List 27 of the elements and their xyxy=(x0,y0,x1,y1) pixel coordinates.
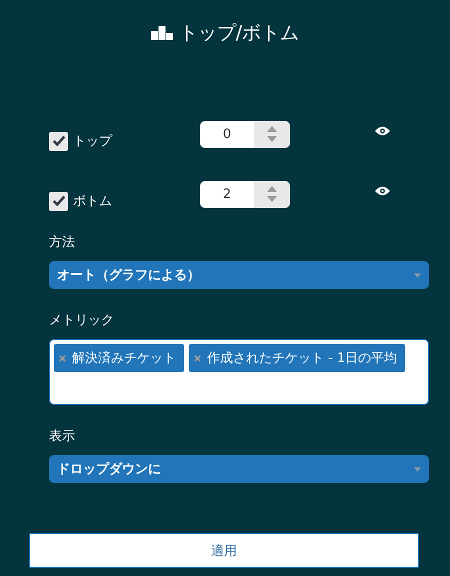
checkbox[interactable] xyxy=(49,192,68,210)
caret-icon xyxy=(414,466,421,472)
eye-icon[interactable] xyxy=(375,186,390,196)
apply-button[interactable]: 適用 xyxy=(29,533,419,568)
number-spinner[interactable]: 2 xyxy=(200,180,290,208)
method-dropdown[interactable]: オート（グラフによる） xyxy=(49,261,429,289)
metric-tag[interactable]: 解決済みチケット xyxy=(54,344,184,372)
metric-tag[interactable]: 作成されたチケット - 1日の平均 xyxy=(189,344,406,372)
podium-icon xyxy=(150,26,173,40)
down-arrow-icon[interactable] xyxy=(267,136,277,142)
remove-icon[interactable] xyxy=(194,354,201,362)
number-spinner[interactable]: 0 xyxy=(200,120,290,148)
panel-title: トップ/ボトム xyxy=(178,21,300,46)
metric-field[interactable]: 解決済みチケット 作成されたチケット - 1日の平均 xyxy=(49,339,429,405)
eye-icon[interactable] xyxy=(375,126,390,136)
field-label: メトリック xyxy=(49,312,115,329)
field-label: 方法 xyxy=(49,234,76,251)
field-label: 表示 xyxy=(49,428,76,445)
up-arrow-icon[interactable] xyxy=(267,186,277,192)
checkbox-label: トップ xyxy=(73,133,112,150)
down-arrow-icon[interactable] xyxy=(267,196,277,202)
display-dropdown[interactable]: ドロップダウンに xyxy=(49,455,429,483)
remove-icon[interactable] xyxy=(59,354,66,362)
up-arrow-icon[interactable] xyxy=(267,126,277,132)
checkbox-label: ボトム xyxy=(73,193,112,210)
caret-icon xyxy=(414,272,421,278)
checkbox[interactable] xyxy=(49,132,68,150)
